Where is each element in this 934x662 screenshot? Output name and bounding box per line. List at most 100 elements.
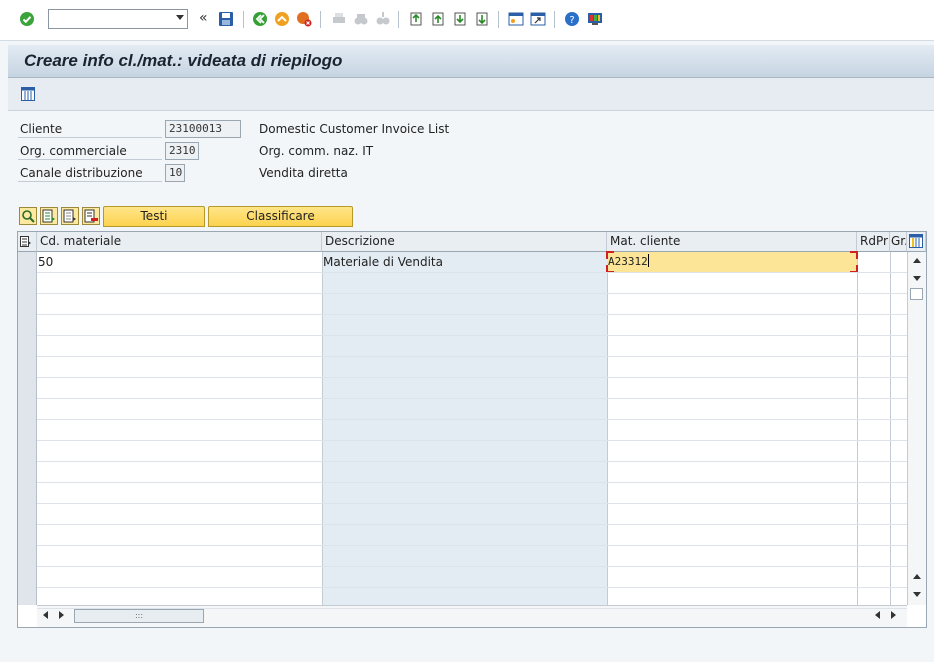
deselect-all-icon[interactable] bbox=[61, 207, 79, 225]
row-selector[interactable] bbox=[18, 357, 37, 378]
select-all-rows-icon[interactable] bbox=[18, 232, 37, 252]
print-icon bbox=[333, 13, 345, 23]
column-divider bbox=[890, 252, 891, 605]
collapse-icon[interactable]: « bbox=[199, 10, 208, 26]
cliente-description: Domestic Customer Invoice List bbox=[259, 122, 450, 136]
row-selector[interactable] bbox=[18, 546, 37, 567]
row-selector[interactable] bbox=[18, 525, 37, 546]
row-selector[interactable] bbox=[18, 252, 37, 273]
row-divider bbox=[37, 482, 907, 483]
row-divider bbox=[37, 293, 907, 294]
org-commerciale-field[interactable]: 2310 bbox=[165, 142, 199, 160]
cancel-icon[interactable] bbox=[296, 11, 312, 27]
row-selector[interactable] bbox=[18, 588, 37, 605]
canale-distribuzione-description: Vendita diretta bbox=[259, 166, 348, 180]
canale-distribuzione-field[interactable]: 10 bbox=[165, 164, 185, 182]
command-field[interactable] bbox=[48, 9, 188, 29]
row-divider bbox=[37, 356, 907, 357]
separator bbox=[320, 11, 321, 28]
scroll-up-icon[interactable] bbox=[913, 574, 921, 579]
focus-corner bbox=[606, 251, 614, 259]
scroll-right-icon[interactable] bbox=[891, 611, 896, 619]
back-icon[interactable] bbox=[252, 11, 268, 27]
enter-icon[interactable] bbox=[19, 11, 35, 27]
row-selector[interactable] bbox=[18, 294, 37, 315]
title-bar: Creare info cl./mat.: videata di riepilo… bbox=[8, 45, 934, 78]
scroll-down-icon[interactable] bbox=[913, 276, 921, 281]
cell-descrizione: Materiale di Vendita bbox=[323, 255, 443, 269]
row-selector[interactable] bbox=[18, 441, 37, 462]
scroll-left-icon[interactable] bbox=[875, 611, 880, 619]
new-session-icon[interactable] bbox=[508, 11, 524, 27]
last-page-icon[interactable] bbox=[474, 11, 490, 27]
row-divider bbox=[37, 587, 907, 588]
column-divider bbox=[857, 252, 858, 605]
row-divider bbox=[37, 566, 907, 567]
find-next-icon bbox=[376, 12, 390, 25]
column-divider bbox=[322, 252, 323, 605]
row-selector[interactable] bbox=[18, 336, 37, 357]
scroll-thumb[interactable]: ::: bbox=[74, 609, 204, 623]
column-layout-icon[interactable] bbox=[907, 232, 926, 252]
scroll-down-icon[interactable] bbox=[913, 592, 921, 597]
descrizione-column-bg bbox=[322, 252, 607, 605]
materials-table: Cd. materiale Descrizione Mat. cliente R… bbox=[17, 231, 927, 628]
separator bbox=[554, 11, 555, 28]
testi-button[interactable]: Testi bbox=[103, 206, 205, 227]
svg-text:?: ? bbox=[569, 15, 574, 26]
vertical-scrollbar[interactable] bbox=[907, 252, 926, 605]
delete-row-icon[interactable] bbox=[82, 207, 100, 225]
field-label-org-commerciale: Org. commerciale bbox=[18, 142, 162, 160]
scroll-left-icon[interactable] bbox=[43, 611, 48, 619]
row-selector[interactable] bbox=[18, 462, 37, 483]
shortcut-icon[interactable] bbox=[530, 11, 546, 27]
row-divider bbox=[37, 377, 907, 378]
column-header-descrizione[interactable]: Descrizione bbox=[322, 232, 607, 252]
row-selector[interactable] bbox=[18, 399, 37, 420]
row-divider bbox=[37, 503, 907, 504]
exit-icon[interactable] bbox=[274, 11, 290, 27]
field-label-cliente: Cliente bbox=[18, 120, 162, 138]
first-page-icon[interactable] bbox=[408, 11, 424, 27]
detail-icon[interactable] bbox=[19, 207, 37, 225]
row-selector[interactable] bbox=[18, 378, 37, 399]
next-page-icon[interactable] bbox=[452, 11, 468, 27]
select-all-icon[interactable] bbox=[40, 207, 58, 225]
text-cursor bbox=[647, 254, 649, 267]
row-selector[interactable] bbox=[18, 483, 37, 504]
prev-page-icon[interactable] bbox=[430, 11, 446, 27]
row-divider bbox=[37, 524, 907, 525]
customize-layout-icon[interactable] bbox=[587, 11, 603, 27]
scroll-up-icon[interactable] bbox=[913, 258, 921, 263]
separator bbox=[498, 11, 499, 28]
classificare-button[interactable]: Classificare bbox=[208, 206, 353, 227]
row-divider bbox=[37, 398, 907, 399]
cell-cd-materiale[interactable]: 50 bbox=[38, 252, 53, 272]
scroll-right-icon[interactable] bbox=[59, 611, 64, 619]
page-title: Creare info cl./mat.: videata di riepilo… bbox=[24, 51, 343, 70]
table-settings-icon[interactable] bbox=[21, 87, 35, 101]
cell-mat-cliente[interactable]: A23312 bbox=[606, 251, 858, 273]
column-header-gr[interactable]: Gr. bbox=[890, 232, 907, 252]
column-header-mat-cliente[interactable]: Mat. cliente bbox=[607, 232, 857, 252]
separator bbox=[398, 11, 399, 28]
column-header-rdpr[interactable]: RdPr bbox=[857, 232, 890, 252]
cliente-field[interactable]: 23100013 bbox=[165, 120, 241, 138]
org-commerciale-description: Org. comm. naz. IT bbox=[259, 144, 374, 158]
field-label-canale-distribuzione: Canale distribuzione bbox=[18, 164, 162, 182]
row-selector[interactable] bbox=[18, 567, 37, 588]
chevron-down-icon[interactable] bbox=[176, 15, 184, 20]
row-divider bbox=[37, 461, 907, 462]
save-icon[interactable] bbox=[218, 11, 234, 27]
row-selector[interactable] bbox=[18, 273, 37, 294]
system-toolbar: « ? bbox=[0, 0, 934, 41]
focus-corner bbox=[850, 251, 858, 259]
row-divider bbox=[37, 440, 907, 441]
row-selector[interactable] bbox=[18, 315, 37, 336]
row-selector[interactable] bbox=[18, 504, 37, 525]
row-selector[interactable] bbox=[18, 420, 37, 441]
help-icon[interactable]: ? bbox=[564, 11, 580, 27]
column-divider bbox=[607, 252, 608, 605]
column-header-cd-materiale[interactable]: Cd. materiale bbox=[37, 232, 322, 252]
scroll-thumb[interactable] bbox=[910, 288, 923, 300]
